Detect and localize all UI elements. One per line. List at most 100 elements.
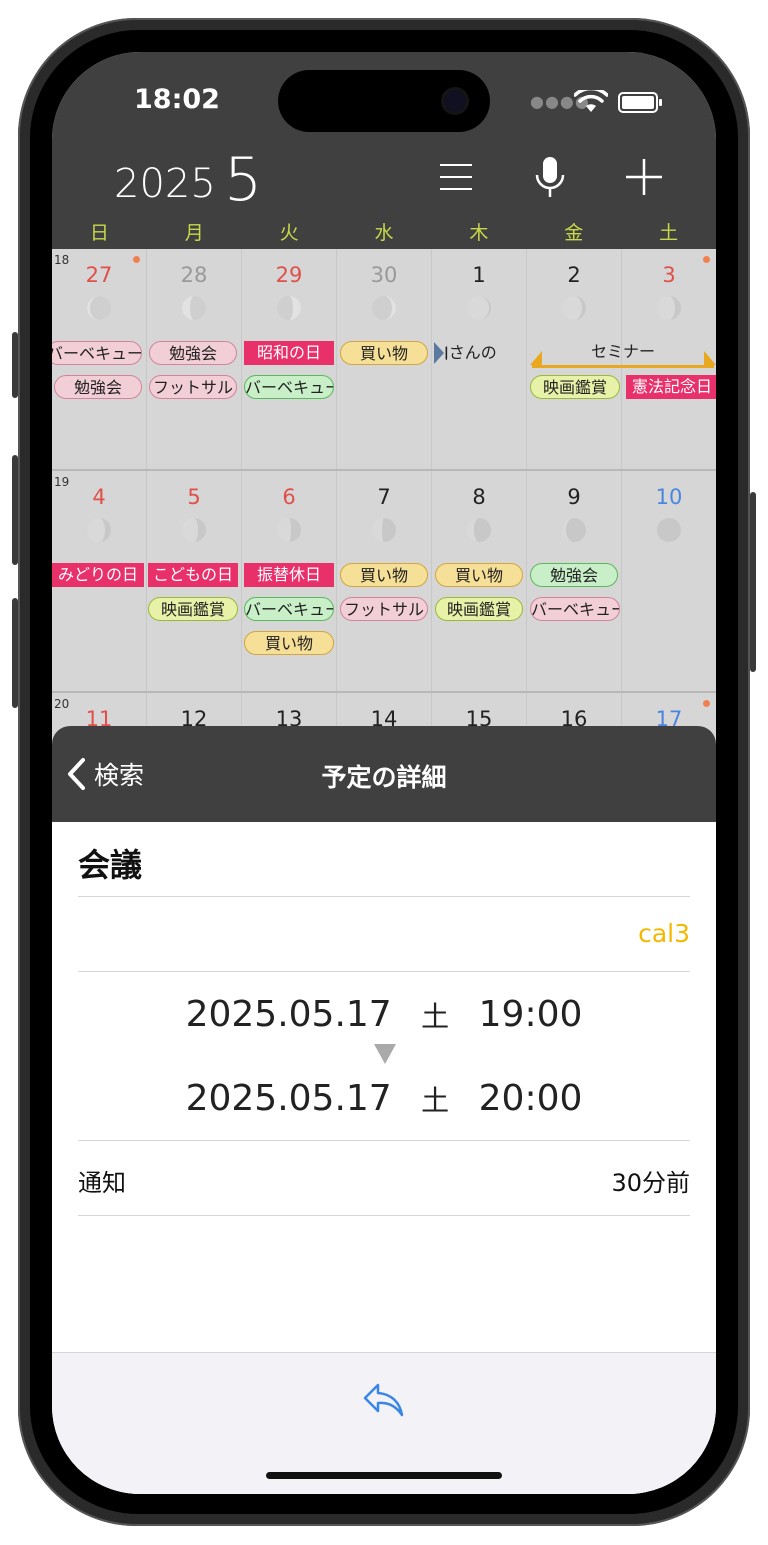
calendar-row[interactable]: cal3 bbox=[78, 897, 690, 972]
header-year[interactable]: 2025 bbox=[114, 161, 216, 207]
day-number: 29 bbox=[275, 263, 303, 287]
volume-down-button bbox=[12, 598, 18, 708]
sheet-header: 検索 予定の詳細 bbox=[52, 726, 716, 822]
moon-phase-icon bbox=[657, 518, 681, 542]
moon-phase-icon bbox=[562, 518, 586, 542]
day-number: 5 bbox=[187, 485, 201, 509]
event-chip[interactable]: 買い物 bbox=[340, 341, 428, 365]
status-time: 18:02 bbox=[134, 84, 220, 115]
start-datetime: 2025.05.17 土 19:00 bbox=[78, 994, 690, 1035]
moon-phase-icon bbox=[467, 518, 491, 542]
add-icon[interactable] bbox=[622, 155, 666, 199]
power-button bbox=[750, 492, 756, 672]
day-number: 4 bbox=[92, 485, 106, 509]
event-chip[interactable]: 映画鑑賞 bbox=[148, 597, 238, 621]
wifi-icon bbox=[574, 90, 608, 112]
alert-row[interactable]: 通知 30分前 bbox=[78, 1141, 690, 1216]
start-date: 2025.05.17 bbox=[185, 994, 392, 1035]
action-button bbox=[12, 332, 18, 398]
day-number: 2 bbox=[567, 263, 581, 287]
moon-phase-icon bbox=[372, 296, 396, 320]
event-detail-sheet: 検索 予定の詳細 会議 cal3 2025.05.17 土 19:00 2025… bbox=[52, 726, 716, 1494]
weekday-thu: 木 bbox=[469, 222, 489, 244]
alert-value: 30分前 bbox=[611, 1169, 690, 1197]
datetime-row[interactable]: 2025.05.17 土 19:00 2025.05.17 土 20:00 bbox=[78, 972, 690, 1141]
event-chip[interactable]: 映画鑑賞 bbox=[435, 597, 523, 621]
event-dot bbox=[703, 700, 710, 707]
day-number: 30 bbox=[370, 263, 398, 287]
microphone-icon[interactable] bbox=[530, 155, 570, 205]
header-month[interactable]: 5 bbox=[224, 145, 262, 215]
moon-phase-icon bbox=[277, 296, 301, 320]
moon-phase-icon bbox=[182, 296, 206, 320]
event-chip[interactable]: フットサル bbox=[149, 375, 237, 399]
start-time: 19:00 bbox=[478, 994, 583, 1035]
event-chip[interactable]: バーベキュー bbox=[244, 375, 334, 399]
event-chip[interactable]: 映画鑑賞 bbox=[530, 375, 620, 399]
weekday-sun: 日 bbox=[89, 222, 109, 244]
event-chip-holiday[interactable]: 昭和の日 bbox=[244, 341, 334, 365]
event-title: 会議 bbox=[78, 846, 143, 884]
calendar-header: 2025 5 bbox=[52, 145, 716, 217]
event-chip[interactable]: 買い物 bbox=[340, 563, 428, 587]
moon-phase-icon bbox=[657, 296, 681, 320]
weekday-mon: 月 bbox=[184, 222, 204, 244]
sheet-title: 予定の詳細 bbox=[321, 763, 447, 792]
week-row: 19 4 5 6 7 8 9 10 みどりの日 こどもの日 映画鑑賞 振替休日 … bbox=[52, 471, 716, 693]
front-camera bbox=[444, 90, 466, 112]
end-datetime: 2025.05.17 土 20:00 bbox=[78, 1078, 690, 1119]
weekday-fri: 金 bbox=[564, 222, 584, 244]
volume-up-button bbox=[12, 455, 18, 565]
event-dot bbox=[133, 256, 140, 263]
event-chip-holiday[interactable]: 振替休日 bbox=[244, 563, 334, 587]
moon-phase-icon bbox=[372, 518, 396, 542]
week-row: 18 27 28 29 30 1 2 3 バーベキュー 勉強会 勉強会 フットサ… bbox=[52, 249, 716, 471]
battery-icon bbox=[618, 92, 662, 113]
day-number: 8 bbox=[472, 485, 486, 509]
alert-label: 通知 bbox=[78, 1169, 126, 1197]
status-bar: 18:02 ●●●● bbox=[52, 52, 716, 147]
menu-icon[interactable] bbox=[436, 155, 476, 199]
event-chip[interactable]: フットサル bbox=[340, 597, 428, 621]
continuation-arrow-icon bbox=[434, 342, 444, 364]
event-chip[interactable]: 勉強会 bbox=[54, 375, 142, 399]
event-chip-holiday[interactable]: みどりの日 bbox=[52, 563, 144, 587]
arrow-down-icon bbox=[374, 1044, 396, 1064]
multi-day-event[interactable]: セミナー bbox=[532, 339, 714, 368]
share-reply-icon[interactable] bbox=[362, 1381, 406, 1421]
weekday-tue: 火 bbox=[279, 222, 299, 244]
weekday-wed: 水 bbox=[374, 222, 394, 244]
event-chip[interactable]: バーベキュー bbox=[530, 597, 620, 621]
event-chip[interactable]: 買い物 bbox=[244, 631, 334, 655]
span-end-icon bbox=[704, 351, 716, 365]
event-chip[interactable]: 勉強会 bbox=[530, 563, 618, 587]
calendar-name: cal3 bbox=[638, 919, 690, 948]
day-number: 7 bbox=[377, 485, 391, 509]
day-number: 10 bbox=[655, 485, 683, 509]
end-weekday: 土 bbox=[421, 1084, 450, 1117]
day-number: 9 bbox=[567, 485, 581, 509]
moon-phase-icon bbox=[182, 518, 206, 542]
home-indicator[interactable] bbox=[266, 1472, 502, 1479]
day-number: 27 bbox=[85, 263, 113, 287]
day-number: 3 bbox=[662, 263, 676, 287]
end-time: 20:00 bbox=[478, 1078, 583, 1119]
event-chip[interactable]: バーベキュー bbox=[52, 341, 142, 365]
end-date: 2025.05.17 bbox=[185, 1078, 392, 1119]
event-dot bbox=[703, 256, 710, 263]
event-chip-holiday[interactable]: 憲法記念日 bbox=[626, 375, 716, 399]
day-cell[interactable]: 10 bbox=[622, 471, 716, 691]
event-chip[interactable]: 勉強会 bbox=[149, 341, 237, 365]
event-chip[interactable]: 買い物 bbox=[435, 563, 523, 587]
event-chip[interactable]: Jさんの bbox=[444, 341, 524, 365]
moon-phase-icon bbox=[467, 296, 491, 320]
screen: 18:02 ●●●● 2025 5 日 月 火 水 木 金 土 18 27 28… bbox=[52, 52, 716, 1494]
month-grid: 18 27 28 29 30 1 2 3 バーベキュー 勉強会 勉強会 フットサ… bbox=[52, 249, 716, 915]
day-number: 6 bbox=[282, 485, 296, 509]
moon-phase-icon bbox=[277, 518, 301, 542]
day-number: 1 bbox=[472, 263, 486, 287]
event-chip[interactable]: バーベキュー bbox=[244, 597, 334, 621]
event-chip-holiday[interactable]: こどもの日 bbox=[148, 563, 238, 587]
event-title-row[interactable]: 会議 bbox=[78, 822, 690, 897]
moon-phase-icon bbox=[87, 296, 111, 320]
